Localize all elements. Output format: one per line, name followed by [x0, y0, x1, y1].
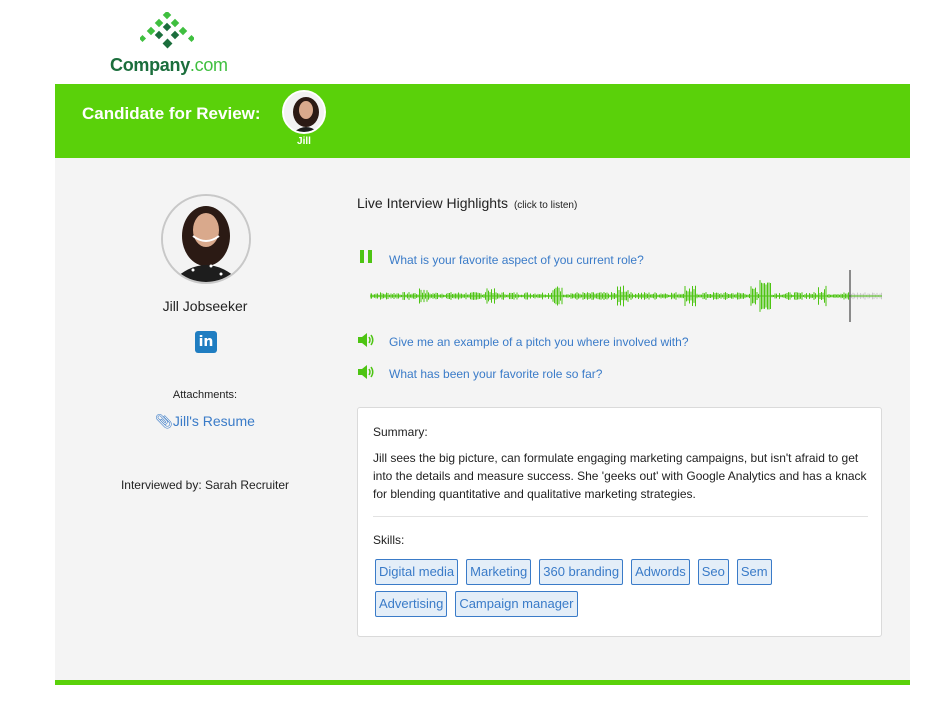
candidate-name: Jill Jobseeker	[162, 298, 248, 314]
highlights-title: Live Interview Highlights (click to liste…	[357, 195, 578, 211]
person-photo-icon	[163, 196, 249, 282]
skill-tag[interactable]: Marketing	[466, 559, 532, 585]
candidate-avatar	[161, 194, 251, 284]
skill-tag[interactable]: Adwords	[631, 559, 690, 585]
footer-bar	[55, 680, 910, 685]
company-logo: Company.com	[110, 12, 230, 78]
header-avatar[interactable]	[282, 90, 326, 134]
summary-label: Summary:	[373, 425, 428, 439]
skill-tag[interactable]: Digital media	[375, 559, 459, 585]
skill-tag[interactable]: Advertising	[375, 591, 448, 617]
logo-wordmark: Company.com	[110, 55, 228, 75]
speaker-icon[interactable]	[357, 333, 375, 347]
header-candidate-name: Jill	[297, 136, 311, 147]
summary-card: Summary: Jill sees the big picture, can …	[357, 407, 882, 637]
skill-tag[interactable]: Seo	[697, 559, 729, 585]
divider	[373, 516, 868, 517]
question-link-3[interactable]: What has been your favorite role so far?	[389, 367, 602, 381]
paperclip-icon: 📎︎	[155, 413, 173, 429]
speaker-icon[interactable]	[357, 365, 375, 379]
pause-icon[interactable]	[360, 250, 372, 263]
header-candidate[interactable]: Jill	[281, 90, 327, 147]
candidate-panel: Jill Jobseeker in Attachments: 📎︎Jill's …	[55, 158, 910, 680]
logo-diamond-icon	[140, 12, 194, 49]
audio-waveform[interactable]	[370, 270, 882, 322]
attachments-label: Attachments:	[172, 389, 238, 401]
skill-tag[interactable]: Sem	[736, 559, 772, 585]
skill-tag[interactable]: Campaign manager	[455, 591, 578, 617]
person-photo-icon	[284, 92, 324, 132]
highlights-hint: (click to listen)	[513, 200, 578, 211]
resume-link[interactable]: 📎︎Jill's Resume	[105, 413, 305, 430]
question-link-1[interactable]: What is your favorite aspect of you curr…	[389, 253, 644, 267]
header-title: Candidate for Review:	[82, 104, 261, 123]
review-header: Candidate for Review: Jill	[55, 84, 910, 158]
question-link-2[interactable]: Give me an example of a pitch you where …	[389, 335, 689, 349]
skill-tag[interactable]: 360 branding	[539, 559, 624, 585]
interviewed-by: Interviewed by: Sarah Recruiter	[120, 478, 290, 492]
summary-text: Jill sees the big picture, can formulate…	[373, 451, 867, 501]
skills-list: Digital media Marketing 360 branding Adw…	[375, 559, 835, 623]
linkedin-icon[interactable]: in	[195, 331, 217, 353]
skills-label: Skills:	[373, 533, 405, 547]
